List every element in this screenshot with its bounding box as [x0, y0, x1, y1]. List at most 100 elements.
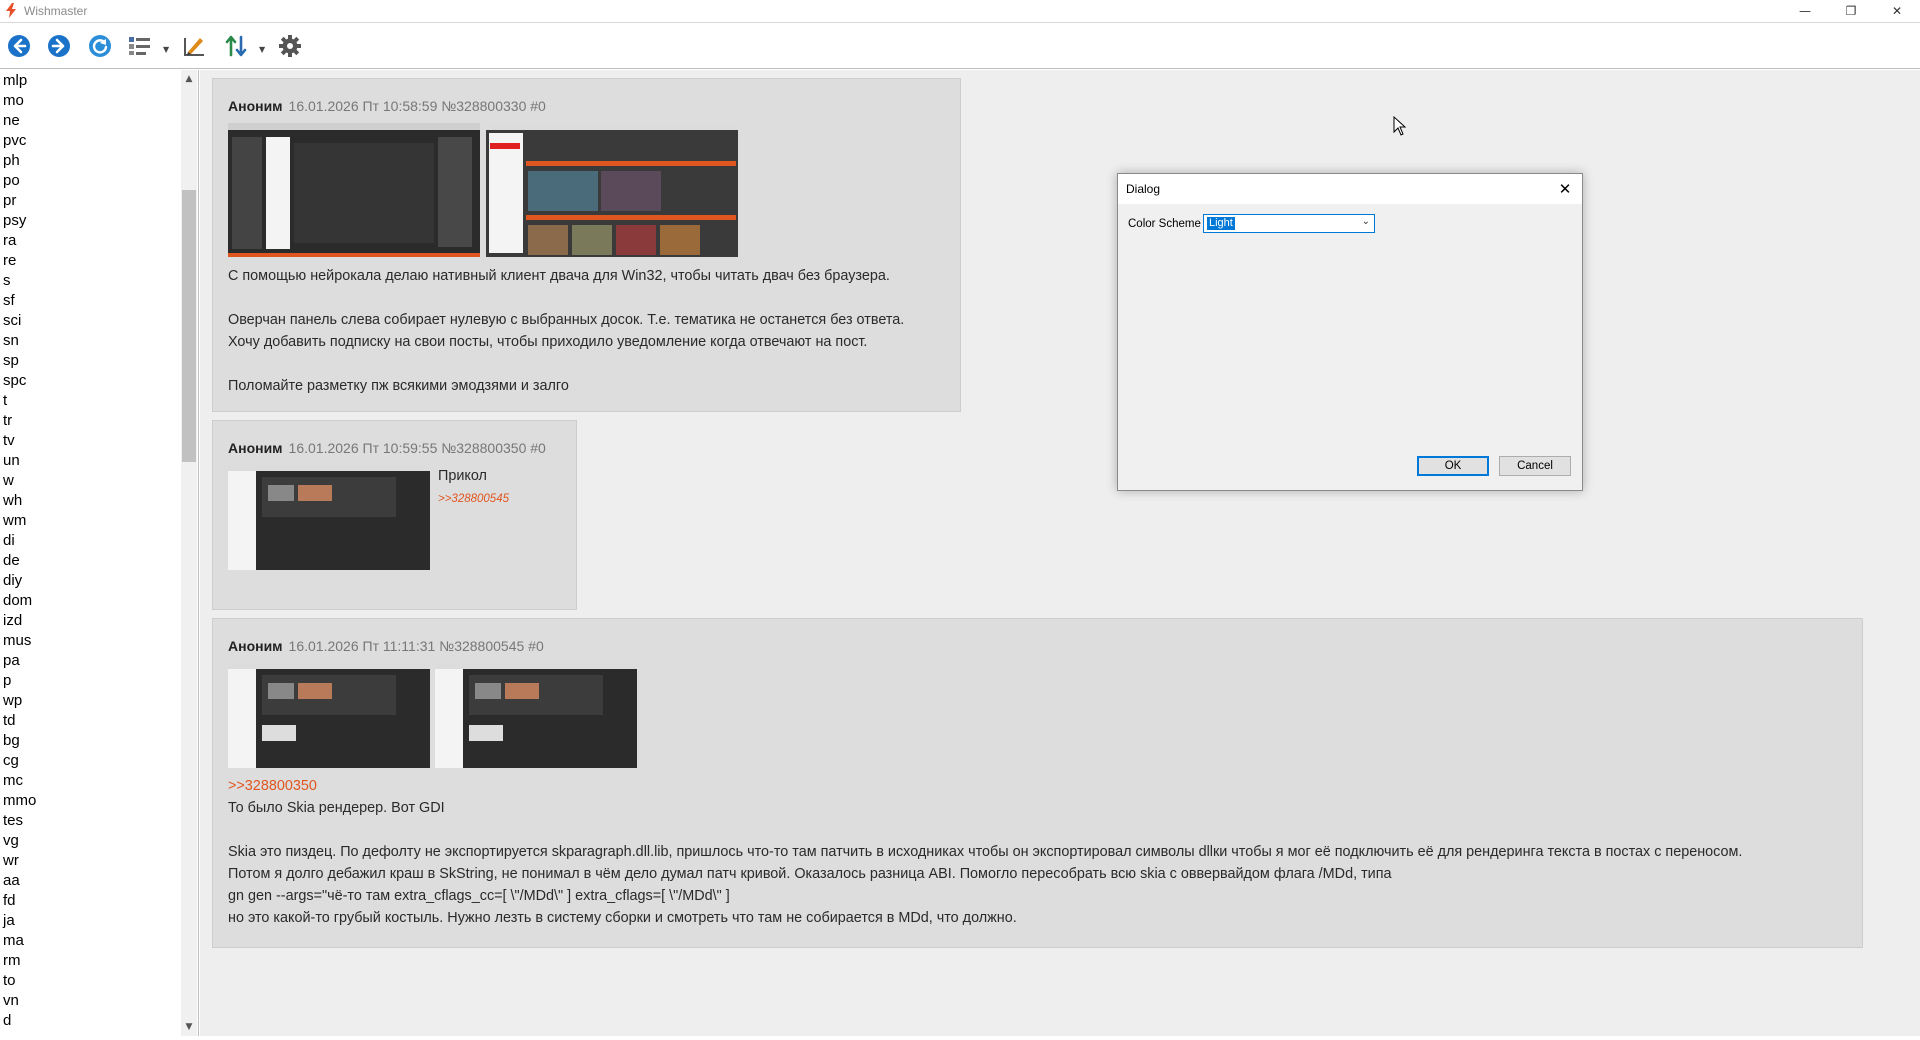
- board-item[interactable]: fd: [0, 891, 180, 911]
- post-header: Аноним 16.01.2026 Пт 11:11:31 №328800545 …: [228, 638, 544, 654]
- board-item[interactable]: to: [0, 971, 180, 991]
- board-item[interactable]: vg: [0, 831, 180, 851]
- board-item[interactable]: diy: [0, 571, 180, 591]
- post-line: Skia это пиздец. По дефолту не экспортир…: [228, 844, 1743, 860]
- post-author: Аноним: [228, 440, 283, 456]
- cancel-button[interactable]: Cancel: [1499, 456, 1571, 476]
- window-titlebar: Wishmaster — ❐ ✕: [0, 0, 1920, 23]
- post-328800545: Аноним 16.01.2026 Пт 11:11:31 №328800545 …: [212, 618, 1863, 948]
- board-item[interactable]: mo: [0, 91, 180, 111]
- post-thumbnail[interactable]: [486, 123, 738, 257]
- board-item[interactable]: tes: [0, 811, 180, 831]
- board-item[interactable]: dom: [0, 591, 180, 611]
- board-sidebar: mlp mo ne pvc ph po pr psy ra re s sf sci sn sp spc t tr t…: [0, 70, 199, 1036]
- scroll-up-icon[interactable]: ▲: [181, 70, 197, 88]
- board-item[interactable]: vn: [0, 991, 180, 1011]
- color-scheme-label: Color Scheme: [1128, 218, 1201, 230]
- board-item[interactable]: t: [0, 391, 180, 411]
- board-item[interactable]: sp: [0, 351, 180, 371]
- post-thumbnail[interactable]: [228, 123, 480, 257]
- board-item[interactable]: d: [0, 1011, 180, 1031]
- board-item[interactable]: s: [0, 271, 180, 291]
- sort-button[interactable]: [222, 32, 250, 60]
- board-item[interactable]: ja: [0, 911, 180, 931]
- board-item[interactable]: rm: [0, 951, 180, 971]
- reply-link[interactable]: >>328800350: [228, 775, 317, 797]
- post-line: Прикол: [438, 468, 487, 484]
- toolbar: ▼ ▼: [0, 23, 1920, 69]
- dialog-titlebar: Dialog ✕: [1118, 174, 1582, 204]
- board-item[interactable]: w: [0, 471, 180, 491]
- view-mode-dropdown-icon[interactable]: ▼: [163, 45, 169, 54]
- view-mode-button[interactable]: [126, 32, 154, 60]
- board-item[interactable]: pvc: [0, 131, 180, 151]
- board-item[interactable]: wp: [0, 691, 180, 711]
- board-item[interactable]: wm: [0, 511, 180, 531]
- board-item[interactable]: re: [0, 251, 180, 271]
- board-item[interactable]: un: [0, 451, 180, 471]
- board-item[interactable]: p: [0, 671, 180, 691]
- post-line: То было Skia рендерер. Вот GDI: [228, 800, 445, 816]
- board-item[interactable]: ma: [0, 931, 180, 951]
- board-item[interactable]: pa: [0, 651, 180, 671]
- board-item[interactable]: mus: [0, 631, 180, 651]
- post-meta: 16.01.2026 Пт 10:58:59 №328800330 #0: [288, 98, 546, 114]
- board-item[interactable]: sf: [0, 291, 180, 311]
- refresh-icon: [89, 35, 111, 57]
- reply-link-text[interactable]: >>328800350: [228, 775, 317, 797]
- settings-button[interactable]: [276, 32, 304, 60]
- minimize-button[interactable]: —: [1782, 0, 1828, 22]
- color-scheme-select[interactable]: Light ⌄: [1203, 214, 1375, 233]
- post-line: Оверчан панель слева собирает нулевую с …: [228, 312, 905, 328]
- post-thumbnail[interactable]: [228, 465, 430, 570]
- back-button[interactable]: [5, 32, 33, 60]
- board-item[interactable]: ph: [0, 151, 180, 171]
- board-item[interactable]: po: [0, 171, 180, 191]
- close-window-button[interactable]: ✕: [1874, 0, 1920, 22]
- post-body: С помощью нейрокала делаю нативный клиен…: [228, 265, 904, 397]
- ok-button[interactable]: OK: [1417, 456, 1489, 476]
- board-item[interactable]: mc: [0, 771, 180, 791]
- board-item[interactable]: mlp: [0, 71, 180, 91]
- board-item[interactable]: ra: [0, 231, 180, 251]
- forward-button[interactable]: [45, 32, 73, 60]
- scroll-down-icon[interactable]: ▼: [181, 1018, 197, 1036]
- mouse-cursor-icon: [1393, 116, 1407, 136]
- board-item[interactable]: cg: [0, 751, 180, 771]
- board-item[interactable]: aa: [0, 871, 180, 891]
- board-item[interactable]: tr: [0, 411, 180, 431]
- minimize-icon: —: [1799, 4, 1811, 18]
- settings-gear-icon: [279, 35, 301, 57]
- post-author: Аноним: [228, 638, 283, 654]
- board-item[interactable]: sn: [0, 331, 180, 351]
- board-item[interactable]: mmo: [0, 791, 180, 811]
- sidebar-scrollbar-thumb[interactable]: [182, 190, 196, 462]
- board-item[interactable]: sci: [0, 311, 180, 331]
- board-item[interactable]: di: [0, 531, 180, 551]
- board-item[interactable]: pr: [0, 191, 180, 211]
- close-icon: ✕: [1891, 4, 1903, 18]
- board-item[interactable]: ne: [0, 111, 180, 131]
- reply-link[interactable]: >>328800545: [438, 493, 509, 505]
- restore-button[interactable]: ❐: [1828, 0, 1874, 22]
- board-item[interactable]: psy: [0, 211, 180, 231]
- dialog-close-button[interactable]: ✕: [1554, 178, 1576, 200]
- board-item[interactable]: tv: [0, 431, 180, 451]
- board-item[interactable]: wr: [0, 851, 180, 871]
- sort-dropdown-icon[interactable]: ▼: [259, 45, 265, 54]
- list-view-icon: [129, 37, 150, 55]
- sort-icon: [225, 35, 247, 57]
- board-item[interactable]: izd: [0, 611, 180, 631]
- board-item[interactable]: td: [0, 711, 180, 731]
- post-thumbnail[interactable]: [228, 663, 430, 768]
- board-item[interactable]: spc: [0, 371, 180, 391]
- board-item[interactable]: de: [0, 551, 180, 571]
- post-328800330: Аноним 16.01.2026 Пт 10:58:59 №328800330 …: [212, 78, 961, 412]
- refresh-button[interactable]: [86, 32, 114, 60]
- lightning-bolt-icon: [6, 3, 16, 18]
- post-line: [228, 287, 904, 309]
- board-item[interactable]: bg: [0, 731, 180, 751]
- board-item[interactable]: wh: [0, 491, 180, 511]
- edit-button[interactable]: [180, 32, 208, 60]
- post-thumbnail[interactable]: [435, 663, 637, 768]
